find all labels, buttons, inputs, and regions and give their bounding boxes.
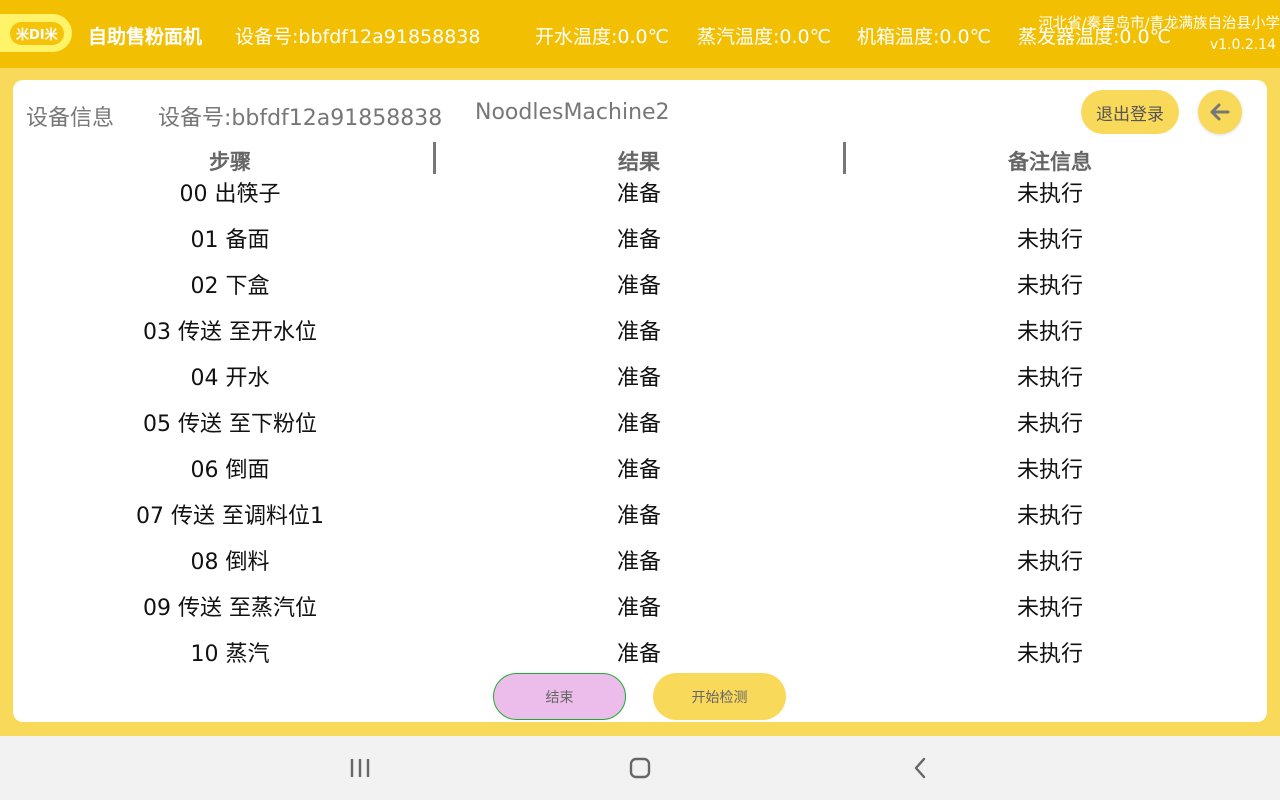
column-header-note: 备注信息 (1008, 150, 1092, 174)
info-bar: 设备信息 设备号:bbfdf12a91858838 NoodlesMachine… (13, 96, 843, 131)
app-title: 自助售粉面机 (88, 26, 203, 48)
note-cell: 未执行 (1016, 642, 1083, 667)
table-row: 05 传送 至下粉位 准备 未执行 (13, 406, 1267, 452)
recent-apps-button[interactable] (340, 754, 380, 782)
step-cell: 00 出筷子 (179, 182, 281, 207)
result-cell: 准备 (616, 550, 661, 575)
step-cell: 04 开水 (190, 366, 270, 391)
note-cell: 未执行 (1016, 320, 1083, 345)
brand-logo: 米DI米 (0, 14, 72, 52)
water-temperature: 开水温度:0.0℃ (535, 26, 669, 48)
note-cell: 未执行 (1016, 458, 1083, 483)
table-row: 03 传送 至开水位 准备 未执行 (13, 314, 1267, 360)
top-header: 米DI米 自助售粉面机 设备号:bbfdf12a91858838 开水温度:0.… (0, 0, 1280, 68)
result-cell: 准备 (616, 412, 661, 437)
result-cell: 准备 (616, 642, 661, 667)
machine-name: NoodlesMachine2 (475, 100, 670, 125)
version-text: v1.0.2.14 (1209, 37, 1276, 53)
steam-temperature: 蒸汽温度:0.0℃ (697, 26, 831, 48)
home-icon (629, 757, 651, 779)
note-cell: 未执行 (1016, 412, 1083, 437)
note-cell: 未执行 (1016, 274, 1083, 299)
result-cell: 准备 (616, 458, 661, 483)
step-cell: 02 下盒 (190, 274, 270, 299)
table-row: 09 传送 至蒸汽位 准备 未执行 (13, 590, 1267, 636)
table-row: 10 蒸汽 准备 未执行 (13, 636, 1267, 682)
home-button[interactable] (620, 754, 660, 782)
info-device-id: 设备号:bbfdf12a91858838 (158, 106, 443, 131)
column-header-step: 步骤 (209, 150, 251, 174)
cabinet-temperature: 机箱温度:0.0℃ (857, 26, 991, 48)
table-row: 02 下盒 准备 未执行 (13, 268, 1267, 314)
step-cell: 05 传送 至下粉位 (143, 412, 317, 437)
note-cell: 未执行 (1016, 550, 1083, 575)
system-nav-bar (0, 736, 1280, 800)
table-row: 00 出筷子 准备 未执行 (13, 176, 1267, 222)
device-info-panel: 设备信息 设备号:bbfdf12a91858838 NoodlesMachine… (13, 80, 1267, 722)
steps-table: 00 出筷子 准备 未执行 01 备面 准备 未执行 02 下盒 准备 未执行 … (13, 176, 1267, 682)
logout-button[interactable]: 退出登录 (1081, 90, 1179, 134)
end-button[interactable]: 结束 (493, 673, 626, 720)
step-cell: 09 传送 至蒸汽位 (143, 596, 317, 621)
step-cell: 01 备面 (190, 228, 270, 253)
result-cell: 准备 (616, 228, 661, 253)
table-row: 01 备面 准备 未执行 (13, 222, 1267, 268)
arrow-left-icon (1210, 103, 1230, 121)
note-cell: 未执行 (1016, 228, 1083, 253)
step-cell: 03 传送 至开水位 (143, 320, 317, 345)
note-cell: 未执行 (1016, 504, 1083, 529)
step-cell: 10 蒸汽 (190, 642, 270, 667)
column-divider (433, 142, 436, 174)
note-cell: 未执行 (1016, 596, 1083, 621)
table-row: 04 开水 准备 未执行 (13, 360, 1267, 406)
step-cell: 08 倒料 (190, 550, 270, 575)
result-cell: 准备 (616, 596, 661, 621)
result-cell: 准备 (616, 504, 661, 529)
nav-back-icon (914, 757, 926, 779)
logo-text: 米DI米 (10, 21, 64, 45)
note-cell: 未执行 (1016, 366, 1083, 391)
info-label: 设备信息 (26, 106, 115, 131)
location-text: 河北省/秦皇岛市/青龙满族自治县小学 (1038, 16, 1280, 32)
back-button[interactable] (1198, 90, 1242, 134)
step-cell: 06 倒面 (190, 458, 270, 483)
result-cell: 准备 (616, 320, 661, 345)
table-row: 08 倒料 准备 未执行 (13, 544, 1267, 590)
column-header-result: 结果 (618, 150, 660, 174)
step-cell: 07 传送 至调料位1 (136, 504, 324, 529)
table-row: 07 传送 至调料位1 准备 未执行 (13, 498, 1267, 544)
recent-apps-icon (350, 759, 370, 777)
result-cell: 准备 (616, 274, 661, 299)
result-cell: 准备 (616, 182, 661, 207)
table-row: 06 倒面 准备 未执行 (13, 452, 1267, 498)
note-cell: 未执行 (1016, 182, 1083, 207)
nav-back-button[interactable] (900, 754, 940, 782)
result-cell: 准备 (616, 366, 661, 391)
header-device-id: 设备号:bbfdf12a91858838 (235, 26, 481, 48)
start-test-button[interactable]: 开始检测 (653, 673, 786, 720)
